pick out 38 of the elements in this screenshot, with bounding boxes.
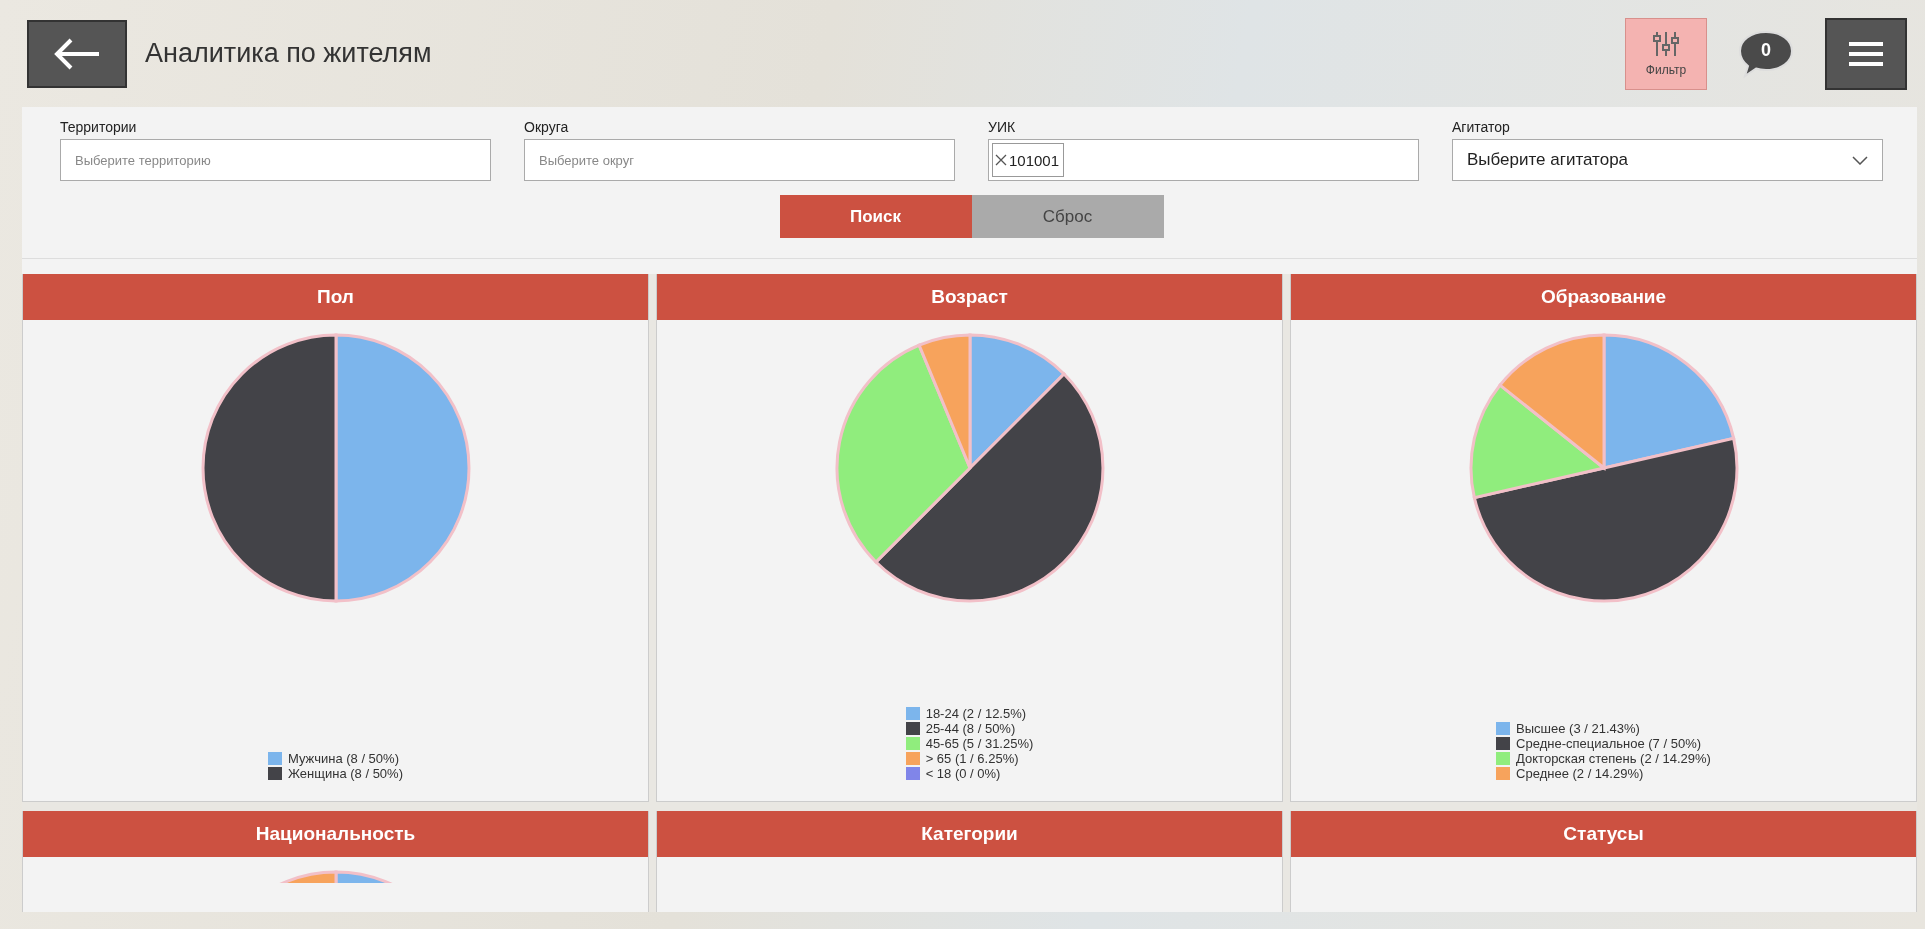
page-title: Аналитика по жителям — [145, 38, 433, 69]
messages-button[interactable]: 0 — [1737, 28, 1795, 79]
field-label: Округа — [524, 119, 570, 135]
legend-label: Мужчина (8 / 50%) — [288, 751, 399, 766]
card-header: Статусы — [1291, 811, 1916, 857]
field-label: УИК — [988, 119, 1017, 135]
legend-label: Средне-специальное (7 / 50%) — [1516, 736, 1702, 751]
legend-label: 18-24 (2 / 12.5%) — [925, 706, 1027, 721]
card-header: Категории — [657, 811, 1282, 857]
back-button[interactable] — [27, 19, 127, 88]
filter-button[interactable]: Фильтр — [1625, 17, 1707, 90]
reset-button[interactable]: Сброс — [971, 195, 1164, 238]
text-field[interactable]: Выберите округ — [524, 139, 955, 181]
text-field[interactable]: Выберите территорию — [60, 139, 491, 181]
legend-label: 45-65 (5 / 31.25%) — [925, 736, 1034, 751]
field-label: Территории — [60, 119, 138, 135]
back-arrow-icon — [53, 36, 101, 71]
menu-button[interactable] — [1825, 17, 1907, 90]
agitator-select[interactable]: Выберите агитатора — [1452, 139, 1883, 181]
chevron-down-icon — [1852, 155, 1868, 165]
tag-chip[interactable]: 101001 — [992, 143, 1065, 177]
legend-label: < 18 (0 / 0%) — [925, 766, 1001, 781]
legend-label: > 65 (1 / 6.25%) — [925, 751, 1019, 766]
remove-icon[interactable] — [995, 154, 1007, 166]
legend-label: Среднее (2 / 14.29%) — [1516, 766, 1644, 781]
card-header: Пол — [23, 274, 648, 320]
legend-label: Женщина (8 / 50%) — [288, 766, 403, 781]
menu-icon — [1849, 41, 1883, 66]
legend-label: Докторская степень (2 / 14.29%) — [1516, 751, 1711, 766]
field-label: Агитатор — [1452, 119, 1511, 135]
card-header: Национальность — [23, 811, 648, 857]
tag-field[interactable]: 101001 — [988, 139, 1419, 181]
search-button[interactable]: Поиск — [779, 195, 972, 238]
card-header: Возраст — [657, 274, 1282, 320]
card-header: Образование — [1291, 274, 1916, 320]
sliders-icon — [1652, 30, 1680, 57]
legend-label: Высшее (3 / 21.43%) — [1516, 721, 1640, 736]
legend-label: 25-44 (8 / 50%) — [925, 721, 1016, 736]
